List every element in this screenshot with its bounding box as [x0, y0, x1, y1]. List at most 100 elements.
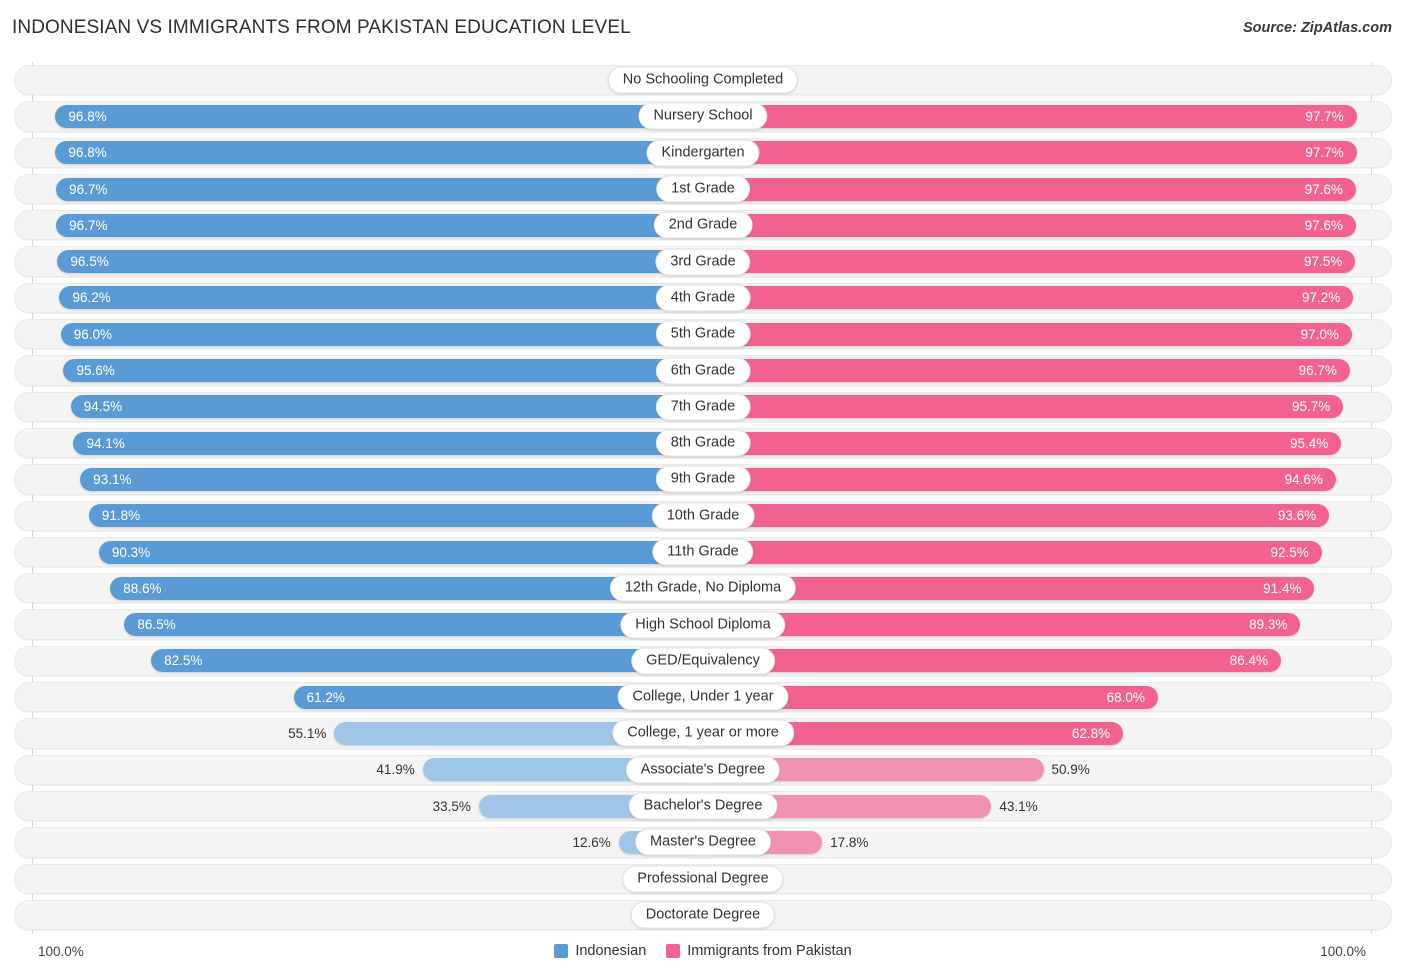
left-half: 82.5%	[12, 643, 703, 679]
right-half: 94.6%	[703, 461, 1394, 497]
bar-indonesian: 96.8%	[55, 141, 703, 164]
bar-value-immigrants-pakistan: 91.4%	[1263, 581, 1301, 596]
chart-footer: 100.0% Indonesian Immigrants from Pakista…	[12, 938, 1394, 964]
legend-item[interactable]: Indonesian	[554, 943, 646, 959]
bar-value-indonesian: 91.8%	[102, 508, 140, 523]
bar-indonesian: 94.5%	[71, 395, 703, 418]
bar-row: 82.5% 86.4% GED/Equivalency	[12, 643, 1394, 679]
bar-indonesian: 94.1%	[73, 432, 703, 455]
category-label: 9th Grade	[656, 466, 751, 493]
bar-value-immigrants-pakistan: 89.3%	[1249, 617, 1287, 632]
category-label: 12th Grade, No Diploma	[610, 575, 796, 602]
bar-value-indonesian: 96.7%	[69, 182, 107, 197]
chart-header: INDONESIAN VS IMMIGRANTS FROM PAKISTAN E…	[0, 0, 1406, 56]
left-half: 3.7%	[12, 861, 703, 897]
category-label: College, Under 1 year	[617, 684, 788, 711]
bar-value-immigrants-pakistan: 94.6%	[1285, 472, 1323, 487]
axis-max-left: 100.0%	[38, 944, 84, 959]
bar-row: 96.2%97.2%4th Grade	[12, 280, 1394, 316]
bar-immigrants-pakistan: 96.7%	[703, 359, 1350, 382]
left-half: 96.7%	[12, 171, 703, 207]
bar-value-immigrants-pakistan: 95.4%	[1290, 436, 1328, 451]
bar-row: 86.5% 89.3% High School Diploma	[12, 606, 1394, 642]
bar-indonesian: 93.1%	[80, 468, 703, 491]
bar-indonesian: 86.5%	[124, 613, 703, 636]
bar-value-immigrants-pakistan: 92.5%	[1271, 545, 1309, 560]
right-half: 97.2%	[703, 280, 1394, 316]
legend-swatch-icon	[666, 944, 680, 958]
right-half: 50.9%	[703, 752, 1394, 788]
bar-value-indonesian: 96.8%	[68, 145, 106, 160]
left-half: 61.2%	[12, 679, 703, 715]
bar-value-immigrants-pakistan: 17.8%	[830, 835, 868, 850]
bar-value-immigrants-pakistan: 86.4%	[1230, 653, 1268, 668]
bar-value-indonesian: 90.3%	[112, 545, 150, 560]
right-half: 68.0%	[703, 679, 1394, 715]
bar-immigrants-pakistan: 97.0%	[703, 323, 1352, 346]
bar-value-immigrants-pakistan: 43.1%	[999, 799, 1037, 814]
right-half: 2.1%	[703, 897, 1394, 933]
bar-row: 61.2% 68.0% College, Under 1 year	[12, 679, 1394, 715]
bar-value-indonesian: 61.2%	[307, 690, 345, 705]
left-half: 3.2%	[12, 62, 703, 98]
bar-immigrants-pakistan: 95.7%	[703, 395, 1343, 418]
bar-immigrants-pakistan: 97.2%	[703, 286, 1353, 309]
left-half: 33.5%	[12, 788, 703, 824]
plot-area: 3.2%2.3%No Schooling Completed96.8%97.7%…	[12, 62, 1394, 934]
bar-value-immigrants-pakistan: 96.7%	[1299, 363, 1337, 378]
bar-indonesian: 96.7%	[56, 178, 703, 201]
bar-immigrants-pakistan: 97.5%	[703, 250, 1355, 273]
category-label: 5th Grade	[656, 321, 751, 348]
bar-value-indonesian: 96.2%	[72, 290, 110, 305]
bar-row: 55.1%62.8%College, 1 year or more	[12, 715, 1394, 751]
category-label: 11th Grade	[652, 539, 753, 566]
left-half: 96.7%	[12, 207, 703, 243]
left-half: 96.8%	[12, 98, 703, 134]
bar-value-indonesian: 96.0%	[74, 327, 112, 342]
right-half: 97.6%	[703, 171, 1394, 207]
left-half: 95.6%	[12, 352, 703, 388]
category-label: College, 1 year or more	[612, 720, 794, 747]
category-label: Nursery School	[638, 103, 767, 130]
bar-indonesian: 95.6%	[63, 359, 703, 382]
bar-row: 96.7%97.6%1st Grade	[12, 171, 1394, 207]
left-half: 12.6%	[12, 824, 703, 860]
left-half: 94.5%	[12, 389, 703, 425]
bar-value-immigrants-pakistan: 93.6%	[1278, 508, 1316, 523]
bar-immigrants-pakistan: 97.6%	[703, 178, 1356, 201]
bar-indonesian: 96.5%	[57, 250, 703, 273]
left-half: 86.5%	[12, 606, 703, 642]
legend-item[interactable]: Immigrants from Pakistan	[666, 943, 851, 959]
bar-row: 96.8%97.7%Kindergarten	[12, 135, 1394, 171]
bar-indonesian: 90.3%	[99, 541, 703, 564]
bar-immigrants-pakistan: 95.4%	[703, 432, 1341, 455]
left-half: 93.1%	[12, 461, 703, 497]
category-label: Bachelor's Degree	[629, 793, 778, 820]
right-half: 95.4%	[703, 425, 1394, 461]
bar-value-immigrants-pakistan: 97.6%	[1305, 182, 1343, 197]
right-half: 89.3%	[703, 606, 1394, 642]
left-half: 96.2%	[12, 280, 703, 316]
category-label: GED/Equivalency	[631, 647, 775, 674]
bar-rows: 3.2%2.3%No Schooling Completed96.8%97.7%…	[12, 62, 1394, 933]
chart-legend: Indonesian Immigrants from Pakistan	[554, 943, 851, 959]
bar-value-immigrants-pakistan: 68.0%	[1107, 690, 1145, 705]
bar-value-indonesian: 82.5%	[164, 653, 202, 668]
bar-value-indonesian: 86.5%	[137, 617, 175, 632]
left-half: 88.6%	[12, 570, 703, 606]
category-label: High School Diploma	[620, 611, 785, 638]
bar-immigrants-pakistan: 92.5%	[703, 541, 1322, 564]
bar-value-immigrants-pakistan: 97.6%	[1305, 218, 1343, 233]
bar-row: 88.6% 91.4% 12th Grade, No Diploma	[12, 570, 1394, 606]
bar-value-immigrants-pakistan: 97.0%	[1301, 327, 1339, 342]
bar-indonesian: 96.2%	[59, 286, 703, 309]
bar-value-immigrants-pakistan: 97.2%	[1302, 290, 1340, 305]
bar-value-immigrants-pakistan: 97.5%	[1304, 254, 1342, 269]
right-half: 96.7%	[703, 352, 1394, 388]
category-label: 6th Grade	[656, 357, 751, 384]
left-half: 94.1%	[12, 425, 703, 461]
bar-value-indonesian: 96.7%	[69, 218, 107, 233]
right-half: 62.8%	[703, 715, 1394, 751]
right-half: 43.1%	[703, 788, 1394, 824]
right-half: 2.3%	[703, 62, 1394, 98]
